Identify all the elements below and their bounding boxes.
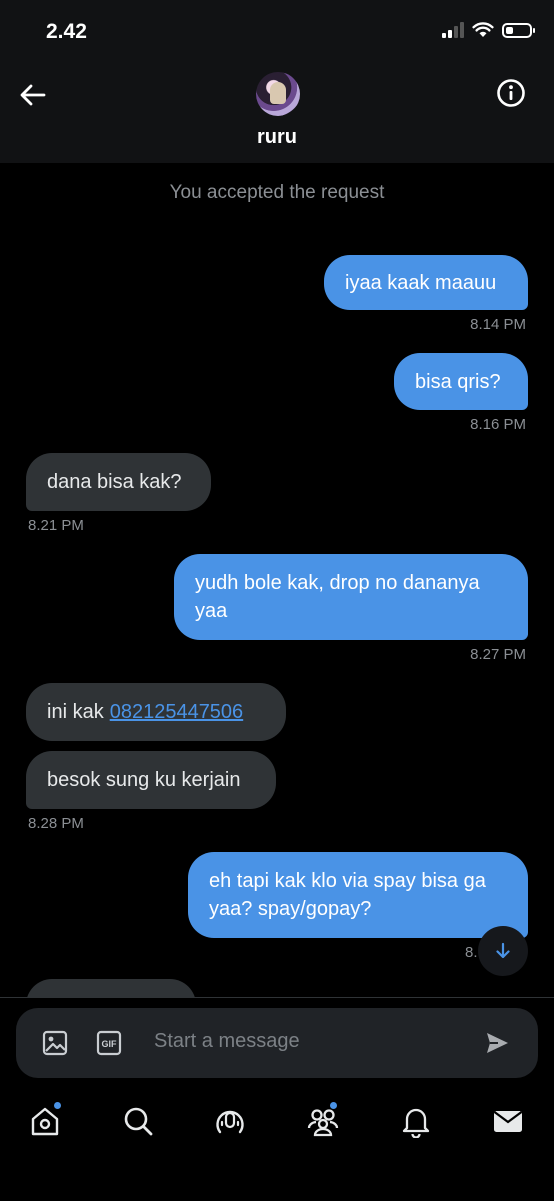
message-timestamp: 8.28 PM	[28, 815, 84, 832]
contact-name[interactable]: ruru	[0, 126, 554, 149]
message-bubble[interactable]: eh tapi kak klo via spay bisa ga yaa? sp…	[188, 852, 528, 938]
message-bubble[interactable]: yudh bole kak, drop no dananya yaa	[174, 554, 528, 640]
avatar[interactable]	[256, 72, 300, 116]
home-icon[interactable]	[28, 1104, 62, 1138]
message-bubble[interactable]: dana bisa kak?	[26, 453, 211, 511]
arrow-left-icon[interactable]	[18, 80, 48, 110]
clock: 2.42	[46, 20, 87, 43]
status-bar: 2.42	[0, 0, 554, 60]
message-timestamp: 8.16 PM	[470, 416, 526, 433]
message-bubble[interactable]: besok sung ku kerjain	[26, 751, 276, 809]
wifi-icon	[472, 22, 494, 37]
status-icons	[442, 22, 535, 38]
message-composer: GIF Start a message	[16, 1008, 538, 1078]
message-timestamp: 8.27 PM	[470, 646, 526, 663]
arrow-down-icon	[496, 942, 510, 959]
cellular-signal-icon	[442, 22, 464, 38]
message-bubble[interactable]: ini kak 082125447506	[26, 683, 286, 741]
conversation-header: ruru	[0, 60, 554, 163]
home-notification-dot	[54, 1102, 61, 1109]
communities-icon[interactable]	[306, 1104, 340, 1138]
battery-icon	[502, 22, 535, 38]
message-input[interactable]: Start a message	[154, 1030, 300, 1053]
message-bubble[interactable]: iyaa kaak maauu	[324, 255, 528, 310]
send-icon[interactable]	[484, 1030, 510, 1056]
notifications-icon[interactable]	[399, 1104, 433, 1138]
search-icon[interactable]	[121, 1104, 155, 1138]
message-timestamp: 8.21 PM	[28, 517, 84, 534]
message-timestamp: 8.	[465, 944, 478, 961]
svg-text:GIF: GIF	[102, 1039, 118, 1049]
scroll-to-bottom-button[interactable]	[478, 926, 528, 976]
message-bubble[interactable]: bisa qris?	[394, 353, 528, 410]
spaces-icon[interactable]	[213, 1104, 247, 1138]
message-timestamp: 8.14 PM	[470, 316, 526, 333]
messages-icon[interactable]	[491, 1104, 525, 1138]
image-icon[interactable]	[42, 1030, 68, 1056]
info-icon[interactable]	[496, 78, 526, 108]
communities-notification-dot	[330, 1102, 337, 1109]
gif-icon[interactable]: GIF	[96, 1030, 122, 1056]
phone-number-link[interactable]: 082125447506	[110, 698, 243, 726]
system-message: You accepted the request	[169, 182, 385, 203]
